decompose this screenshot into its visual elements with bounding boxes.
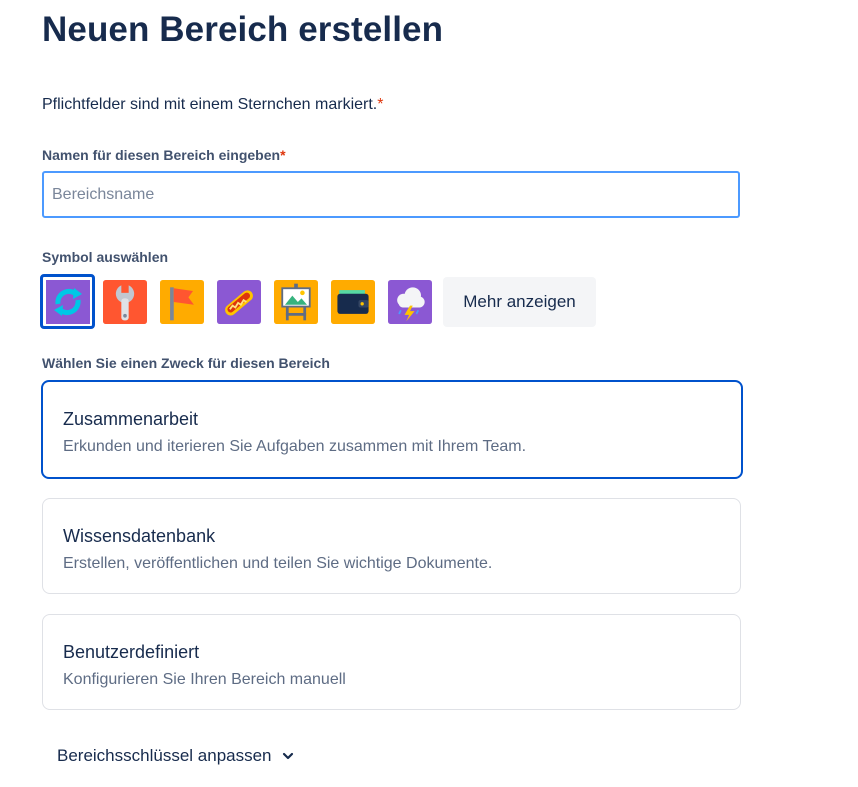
symbol-option-storm[interactable]: [385, 277, 435, 327]
required-asterisk: *: [280, 147, 286, 163]
sync-arrows-icon: [45, 279, 90, 324]
name-label-text: Namen für diesen Bereich eingeben: [42, 147, 281, 163]
required-note-text: Pflichtfelder sind mit einem Sternchen m…: [42, 96, 378, 113]
purpose-option-collaboration[interactable]: Zusammenarbeit Erkunden und iterieren Si…: [41, 380, 743, 479]
wrench-icon: [103, 279, 147, 324]
wallet-icon: [331, 279, 375, 324]
symbol-option-easel[interactable]: [271, 277, 321, 327]
symbol-option-sync[interactable]: [40, 274, 95, 329]
symbol-option-hotdog[interactable]: [214, 277, 264, 327]
storm-cloud-icon: [388, 279, 432, 324]
customize-space-key-toggle[interactable]: Bereichsschlüssel anpassen: [57, 746, 294, 766]
space-name-input[interactable]: [42, 171, 740, 218]
symbol-option-wrench[interactable]: [100, 277, 150, 327]
symbol-picker-label: Symbol auswählen: [42, 249, 169, 265]
show-more-icons-button[interactable]: Mehr anzeigen: [443, 276, 596, 327]
purpose-option-title: Zusammenarbeit: [63, 409, 199, 429]
hotdog-icon: [217, 279, 261, 324]
required-fields-note: Pflichtfelder sind mit einem Sternchen m…: [42, 96, 383, 114]
purpose-option-description: Erstellen, veröffentlichen und teilen Si…: [63, 555, 493, 572]
easel-picture-icon: [274, 279, 318, 324]
purpose-option-title: Benutzerdefiniert: [63, 642, 200, 662]
purpose-option-custom[interactable]: Benutzerdefiniert Konfigurieren Sie Ihre…: [42, 614, 741, 710]
symbol-option-flag[interactable]: [157, 277, 207, 327]
name-field-label: Namen für diesen Bereich eingeben*: [42, 147, 286, 163]
purpose-option-title: Wissensdatenbank: [63, 526, 216, 546]
symbol-picker: Mehr anzeigen: [40, 274, 596, 329]
purpose-option-knowledge-base[interactable]: Wissensdatenbank Erstellen, veröffentlic…: [42, 498, 741, 594]
customize-key-label: Bereichsschlüssel anpassen: [57, 746, 272, 765]
purpose-option-description: Erkunden und iterieren Sie Aufgaben zusa…: [63, 438, 527, 455]
purpose-option-description: Konfigurieren Sie Ihren Bereich manuell: [63, 671, 346, 688]
flag-icon: [160, 279, 204, 324]
symbol-option-wallet[interactable]: [328, 277, 378, 327]
chevron-down-icon: [282, 752, 293, 760]
purpose-label: Wählen Sie einen Zweck für diesen Bereic…: [42, 355, 330, 371]
page-title: Neuen Bereich erstellen: [42, 10, 444, 49]
required-asterisk: *: [377, 96, 384, 113]
